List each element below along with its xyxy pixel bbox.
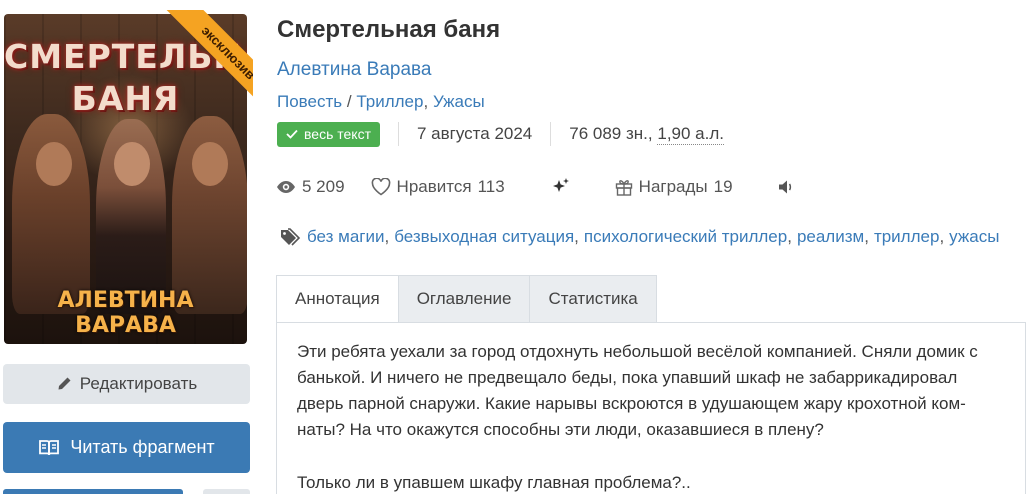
tag-icon — [281, 228, 301, 246]
speaker-icon — [778, 180, 791, 194]
read-fragment-label: Читать фрагмент — [70, 437, 215, 457]
library-button[interactable] — [203, 489, 250, 494]
likes-count: 113 — [477, 177, 505, 196]
tag-separator: , — [787, 227, 792, 246]
likes-label: Нравится — [396, 177, 472, 196]
size-chars: 76 089 зн., — [569, 124, 653, 143]
tag-separator: , — [864, 227, 869, 246]
cover-author: АЛЕВТИНА ВАРАВА — [57, 288, 194, 338]
tag-link[interactable]: без магии — [307, 227, 384, 247]
book-meta: весь текст 7 августа 2024 76 089 зн., 1,… — [277, 121, 724, 147]
gift-icon — [615, 180, 632, 196]
annotation-line: банькой. И ничего не предвещало беды, по… — [297, 368, 958, 387]
tag-link[interactable]: психологический триллер — [584, 227, 787, 247]
exclusive-ribbon: эксклюзив — [138, 10, 253, 125]
exclusive-ribbon-label: эксклюзив — [162, 10, 253, 119]
annotation-line: Эти ребята уехали за город отдохнуть неб… — [297, 342, 978, 361]
awards-count: 19 — [713, 177, 733, 196]
tag-link[interactable]: реализм — [797, 227, 864, 247]
divider — [550, 122, 552, 146]
audio-button[interactable] — [777, 179, 795, 195]
views-stat: 5 209 — [276, 177, 345, 197]
genre-link-horror[interactable]: Ужасы — [433, 92, 485, 111]
annotation-text: Эти ребята уехали за город отдохнуть неб… — [297, 339, 1009, 494]
open-book-icon — [39, 439, 60, 455]
tag-separator: , — [384, 227, 390, 246]
divider — [398, 122, 399, 146]
annotation-line: дверь парной снаружи. Какие нарывы вскро… — [297, 394, 966, 413]
sparkle-button[interactable] — [551, 177, 571, 197]
annotation-line: Только ли в упавшем шкафу главная пробле… — [297, 473, 691, 492]
check-icon — [286, 129, 298, 139]
pencil-icon — [58, 377, 71, 390]
genre-comma: , — [423, 92, 429, 111]
annotation-line: наты? На что окажутся способны эти люди,… — [297, 420, 824, 439]
like-button[interactable]: Нравится 113 — [371, 177, 505, 197]
cover-head-right — [192, 142, 228, 186]
read-fragment-button[interactable]: Читать фрагмент — [3, 422, 250, 473]
heart-icon — [371, 178, 390, 196]
tag-link[interactable]: триллер — [874, 227, 940, 247]
views-count: 5 209 — [302, 177, 345, 196]
author-link[interactable]: Алевтина Варава — [277, 59, 431, 81]
buy-button[interactable] — [3, 489, 183, 494]
stats-row: 5 209 Нравится 113 Награды 19 — [276, 175, 795, 199]
full-text-badge-label: весь текст — [304, 126, 371, 142]
eye-icon — [277, 181, 295, 193]
edit-button-label: Редактировать — [79, 374, 198, 393]
publish-date: 7 августа 2024 — [417, 124, 533, 143]
genre-link-form[interactable]: Повесть — [277, 92, 342, 111]
genre-breadcrumb: Повесть / Триллер, Ужасы — [277, 92, 485, 112]
genre-link-thriller[interactable]: Триллер — [356, 92, 423, 111]
tab-contents[interactable]: Оглавление — [398, 275, 531, 323]
awards-label: Награды — [638, 177, 708, 196]
tag-separator: , — [939, 227, 945, 246]
sparkle-icon — [552, 178, 569, 192]
tag-link[interactable]: ужасы — [949, 227, 999, 247]
tab-statistics[interactable]: Статистика — [530, 275, 657, 323]
full-text-badge: весь текст — [277, 121, 380, 147]
tag-link[interactable]: безвыходная ситуация — [394, 227, 574, 247]
book-title: Смертельная баня — [277, 16, 501, 43]
genre-separator: / — [346, 92, 352, 111]
awards-button[interactable]: Награды 19 — [615, 177, 733, 197]
tags-row: без магии, безвыходная ситуация, психоло… — [277, 227, 999, 247]
tag-separator: , — [574, 227, 579, 246]
tab-annotation[interactable]: Аннотация — [276, 275, 399, 323]
tabs: Аннотация Оглавление Статистика — [276, 275, 657, 323]
size-author-sheets[interactable]: 1,90 а.л. — [657, 124, 724, 145]
cover-head-center — [114, 142, 150, 186]
edit-button[interactable]: Редактировать — [3, 364, 250, 404]
cover-head-left — [36, 142, 72, 186]
